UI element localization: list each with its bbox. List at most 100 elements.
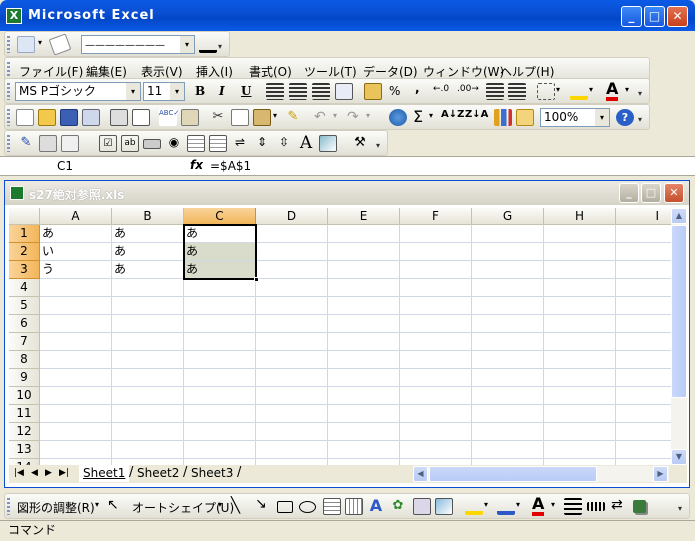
menubar-grip[interactable]: [7, 62, 10, 79]
decrease-decimal-icon[interactable]: .00→: [457, 84, 479, 94]
cell-A1[interactable]: あ: [40, 225, 112, 243]
column-header[interactable]: E: [328, 208, 400, 225]
align-center-icon[interactable]: [289, 83, 307, 100]
fill-color-icon[interactable]: [570, 83, 588, 100]
spelling-icon[interactable]: ABC✓: [159, 109, 179, 126]
toolbar-grip[interactable]: [7, 36, 10, 53]
maximize-button[interactable]: □: [644, 6, 665, 27]
chevron-down-icon[interactable]: ▾: [556, 85, 560, 94]
sort-descending-icon[interactable]: Z↓A: [465, 109, 488, 120]
chevron-down-icon[interactable]: ▾: [180, 36, 194, 53]
increase-decimal-icon[interactable]: ←.0: [433, 84, 449, 94]
shadow-style-icon[interactable]: [633, 500, 646, 513]
chevron-down-icon[interactable]: ▾: [333, 111, 337, 120]
chevron-down-icon[interactable]: ▾: [126, 83, 140, 100]
help-icon[interactable]: ?: [616, 109, 634, 126]
line-color-icon[interactable]: [497, 498, 515, 515]
font-size-combo[interactable]: 11 ▾: [143, 82, 185, 101]
cell-C2[interactable]: あ: [184, 243, 256, 261]
chart-wizard-icon[interactable]: [494, 109, 512, 126]
textbox-control-icon[interactable]: ab: [121, 135, 139, 152]
save-icon[interactable]: [60, 109, 78, 126]
fill-color-icon[interactable]: [465, 498, 483, 515]
select-pointer-icon[interactable]: ↖: [107, 497, 119, 513]
column-header[interactable]: B: [112, 208, 184, 225]
row-header-selected[interactable]: 1: [9, 225, 40, 243]
scroll-up-button[interactable]: ▲: [671, 208, 687, 224]
oval-icon[interactable]: [299, 501, 316, 513]
select-all-corner[interactable]: [9, 208, 40, 225]
chevron-down-icon[interactable]: ▾: [366, 111, 370, 120]
insert-function-icon[interactable]: fx: [190, 158, 203, 172]
underline-button[interactable]: U: [241, 84, 251, 98]
row-header[interactable]: 8: [9, 351, 40, 369]
bold-button[interactable]: B: [195, 84, 205, 98]
chevron-down-icon[interactable]: ▾: [218, 500, 222, 509]
line-style-combo[interactable]: ———————— ▾: [81, 35, 195, 54]
cell-B3[interactable]: あ: [112, 261, 184, 279]
currency-icon[interactable]: [364, 83, 382, 100]
properties-icon[interactable]: [39, 135, 57, 152]
sheet-tab-active[interactable]: Sheet1: [79, 465, 130, 482]
dropdown-arrow-icon[interactable]: ▾: [38, 38, 42, 47]
more-controls-icon[interactable]: ⚒: [351, 135, 369, 152]
undo-icon[interactable]: ↶: [314, 109, 326, 125]
row-header-selected[interactable]: 3: [9, 261, 40, 279]
first-sheet-icon[interactable]: |◀: [14, 468, 24, 478]
listbox-control-icon[interactable]: [187, 135, 205, 152]
column-header-selected[interactable]: C: [184, 208, 256, 225]
row-header[interactable]: 5: [9, 297, 40, 315]
spin-button-icon[interactable]: ⇕: [253, 135, 271, 152]
chevron-down-icon[interactable]: ▾: [589, 85, 593, 94]
column-header[interactable]: F: [400, 208, 472, 225]
combobox-control-icon[interactable]: [209, 135, 227, 152]
autosum-icon[interactable]: Σ: [413, 107, 423, 126]
arrow-style-icon[interactable]: ⇄: [611, 497, 623, 513]
chevron-down-icon[interactable]: ▾: [95, 500, 99, 509]
fill-handle[interactable]: [254, 277, 259, 282]
column-header[interactable]: D: [256, 208, 328, 225]
drawing-toolbar-grip[interactable]: [7, 498, 10, 515]
close-button[interactable]: ✕: [667, 6, 688, 27]
chevron-down-icon[interactable]: ▾: [429, 111, 433, 120]
vertical-textbox-icon[interactable]: [345, 498, 363, 515]
sort-ascending-icon[interactable]: A↓Z: [441, 109, 464, 120]
row-header[interactable]: 9: [9, 369, 40, 387]
arrow-icon[interactable]: ↘: [255, 496, 267, 512]
eraser-icon[interactable]: [48, 33, 72, 56]
borders-icon[interactable]: [537, 83, 555, 100]
draw-border-icon[interactable]: [17, 36, 35, 53]
row-header[interactable]: 12: [9, 423, 40, 441]
scroll-left-button[interactable]: ◀: [413, 466, 428, 482]
toolbar-options-icon[interactable]: ▾: [376, 141, 385, 153]
minimize-button[interactable]: _: [621, 6, 642, 27]
line-icon[interactable]: ╲: [231, 496, 240, 514]
scroll-right-button[interactable]: ▶: [653, 466, 668, 482]
cell-B1[interactable]: あ: [112, 225, 184, 243]
copy-icon[interactable]: [231, 109, 249, 126]
sheet-tab[interactable]: Sheet2: [133, 465, 183, 482]
align-right-icon[interactable]: [312, 83, 330, 100]
row-header[interactable]: 4: [9, 279, 40, 297]
horizontal-scroll-thumb[interactable]: [429, 466, 597, 482]
label-control-icon[interactable]: A: [297, 135, 315, 152]
button-control-icon[interactable]: [143, 139, 161, 149]
font-color-icon[interactable]: A: [532, 496, 545, 516]
cell-A2[interactable]: い: [40, 243, 112, 261]
line-style-icon[interactable]: [564, 498, 582, 515]
spreadsheet-grid[interactable]: A B C D E F G H I 1 2 3 4 5 6 7 8 9 10 1…: [9, 208, 671, 465]
cut-icon[interactable]: ✂: [209, 109, 227, 126]
align-left-icon[interactable]: [266, 83, 284, 100]
formula-input[interactable]: =$A$1: [210, 159, 251, 173]
toolbar-options-icon[interactable]: ▾: [638, 115, 647, 127]
cell-C1[interactable]: あ: [184, 225, 256, 243]
picture-icon[interactable]: [435, 498, 453, 515]
toolbar-options-icon[interactable]: ▾: [218, 42, 227, 54]
standard-toolbar-grip[interactable]: [7, 109, 10, 126]
row-header[interactable]: 7: [9, 333, 40, 351]
wordart-icon[interactable]: A: [367, 498, 385, 515]
clipart-icon[interactable]: [413, 498, 431, 515]
drawing-icon[interactable]: [516, 109, 534, 126]
format-painter-icon[interactable]: ✎: [284, 109, 302, 126]
column-header[interactable]: G: [472, 208, 544, 225]
